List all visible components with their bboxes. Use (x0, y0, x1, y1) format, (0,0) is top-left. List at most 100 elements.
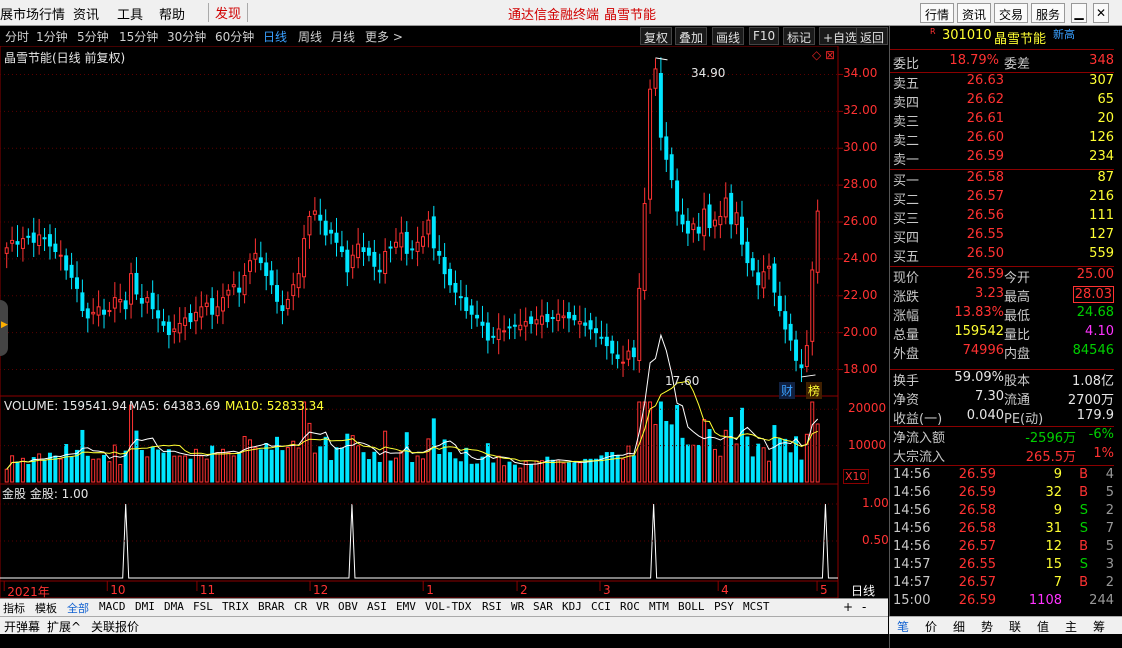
volume-bar (226, 452, 231, 483)
high-pointer (655, 57, 668, 61)
period-tab[interactable]: 周线 (298, 28, 322, 45)
volume-bar (556, 459, 561, 483)
btn-service[interactable]: 服务 (1031, 3, 1066, 23)
trade-tick-row: 14:56 26.59 32 B 5 (890, 485, 1114, 503)
minimize-icon[interactable]: ▁ (1071, 3, 1087, 23)
f10-button[interactable]: F10 (749, 27, 780, 45)
btn-quotes[interactable]: 行情 (920, 3, 955, 23)
zoom-in-button[interactable]: + (843, 600, 853, 614)
indicator-tab[interactable]: DMI (135, 600, 155, 613)
more-periods-button[interactable]: 更多 > (365, 28, 403, 45)
candle-body (10, 239, 15, 244)
candle-body (491, 335, 496, 338)
period-tab[interactable]: 1分钟 (36, 28, 68, 45)
mark-button[interactable]: 标记 (783, 27, 816, 45)
indicator-tab[interactable]: MTM (649, 600, 669, 613)
related-quotes-button[interactable]: 关联报价 (91, 618, 139, 635)
indicator-tab[interactable]: MACD (99, 600, 126, 613)
finance-badge[interactable]: 财 (779, 382, 796, 399)
price-tick-label: 20.00 (843, 324, 878, 339)
candle-body (69, 264, 74, 278)
candle-body (285, 298, 290, 310)
candle-body (739, 216, 744, 245)
indicator-tab[interactable]: PSY (714, 600, 734, 613)
indicator-tab[interactable]: CCI (591, 600, 611, 613)
indicator-tab[interactable]: 指标 (3, 600, 25, 616)
danmaku-button[interactable]: 开弹幕 (4, 618, 40, 635)
back-button[interactable]: 返回 (856, 27, 888, 45)
zoom-out-button[interactable]: - (862, 600, 866, 614)
period-tab[interactable]: 30分钟 (167, 28, 206, 45)
indicator-tab[interactable]: SAR (533, 600, 553, 613)
add-watchlist-button[interactable]: +自选 (819, 27, 862, 45)
indicator-tab[interactable]: BOLL (678, 600, 705, 613)
kline-chart[interactable] (0, 46, 888, 598)
candle-body (410, 248, 415, 251)
right-tab[interactable]: 联 (1009, 618, 1021, 635)
indicator-tab[interactable]: OBV (338, 600, 358, 613)
menu-news[interactable]: 资讯 (73, 4, 99, 23)
menu-market[interactable]: 展市场行情 (0, 4, 65, 23)
period-tab[interactable]: 60分钟 (215, 28, 254, 45)
tick-time: 14:56 (893, 539, 931, 554)
right-tab[interactable]: 值 (1037, 618, 1049, 635)
indicator-tab[interactable]: VR (316, 600, 329, 613)
indicator-tab[interactable]: RSI (482, 600, 502, 613)
adjust-button[interactable]: 复权 (640, 27, 673, 45)
period-tab[interactable]: 月线 (331, 28, 355, 45)
draw-button[interactable]: 画线 (712, 27, 745, 45)
candle-body (512, 324, 517, 327)
candle-body (253, 252, 258, 260)
volume-bar (350, 435, 355, 483)
indicator-tab[interactable]: KDJ (562, 600, 582, 613)
indicator-tab[interactable]: FSL (193, 600, 213, 613)
volume-bar (339, 447, 344, 483)
weibi-row: 委比 18.79% 委差 348 (893, 53, 1114, 72)
indicator-tab[interactable]: VOL-TDX (425, 600, 471, 613)
period-tab[interactable]: 15分钟 (119, 28, 158, 45)
close-icon[interactable]: ✕ (1093, 3, 1109, 23)
period-tab-selected[interactable]: 日线 (263, 28, 287, 45)
collapse-handle[interactable]: ▶ (0, 300, 8, 356)
indicator-tab[interactable]: DMA (164, 600, 184, 613)
indicator-tab[interactable]: 全部 (67, 600, 89, 616)
date-tick-label: 4 (721, 583, 729, 597)
indicator-tab[interactable]: 模板 (35, 600, 57, 616)
right-tab[interactable]: 主 (1065, 618, 1077, 635)
period-tab[interactable]: 5分钟 (77, 28, 109, 45)
volume-bar (621, 458, 626, 483)
menu-discover[interactable]: 发现 (208, 3, 249, 22)
overlay-button[interactable]: 叠加 (675, 27, 708, 45)
candle-body (323, 220, 328, 236)
expand-button[interactable]: 扩展^ (47, 618, 81, 635)
indicator-tab[interactable]: ASI (367, 600, 387, 613)
indicator-tab[interactable]: WR (511, 600, 524, 613)
indicator-tab[interactable]: ROC (620, 600, 640, 613)
right-tab[interactable]: 价 (925, 618, 937, 635)
candle-body (166, 321, 171, 336)
indicator-tab[interactable]: MCST (743, 600, 770, 613)
indicator-tab[interactable]: BRAR (258, 600, 285, 613)
tick-count: 3 (1105, 557, 1114, 572)
diamond-icon[interactable]: ◇ ⊠ (812, 48, 835, 62)
rank-badge[interactable]: 榜 (806, 382, 823, 399)
bid-row: 买四 26.55 127 (890, 227, 1114, 246)
btn-info[interactable]: 资讯 (957, 3, 992, 23)
right-tab[interactable]: 势 (981, 618, 993, 635)
volume-bar (37, 453, 42, 483)
menu-help[interactable]: 帮助 (159, 4, 185, 23)
stat-value: 74996 (962, 343, 1004, 358)
indicator-tabs: 指标 模板 全部 MACD DMI DMA FSL TRIX BRAR CR VR OBV ASI EMV… (0, 598, 888, 616)
btn-trade[interactable]: 交易 (994, 3, 1029, 23)
right-tab[interactable]: 笔 (897, 618, 909, 635)
indicator-tab[interactable]: CR (294, 600, 307, 613)
tick-time: 14:56 (893, 503, 931, 518)
indicator-tab[interactable]: EMV (396, 600, 416, 613)
candle-body (280, 305, 285, 312)
candle-body (334, 232, 339, 243)
right-tab[interactable]: 筹 (1093, 618, 1105, 635)
period-tab[interactable]: 分时 (5, 28, 29, 45)
indicator-tab[interactable]: TRIX (222, 600, 249, 613)
menu-tools[interactable]: 工具 (117, 4, 143, 23)
right-tab[interactable]: 细 (953, 618, 965, 635)
